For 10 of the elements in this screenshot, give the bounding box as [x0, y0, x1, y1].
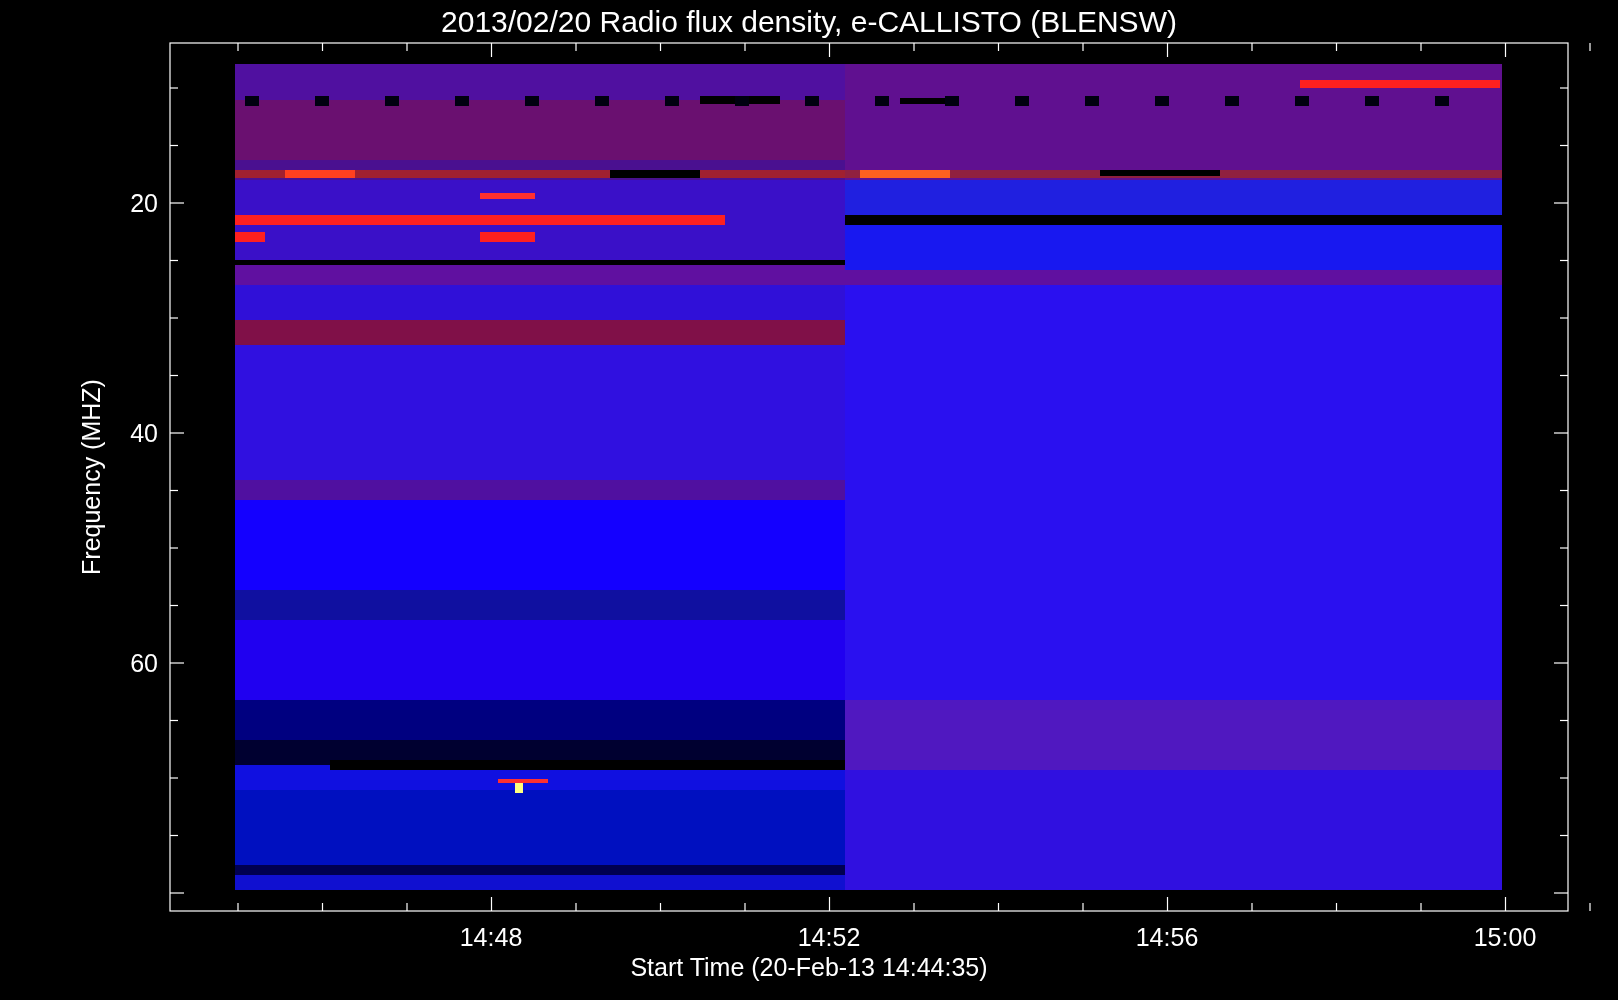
tick-label: 14:48 — [459, 923, 523, 951]
tick-label: 40 — [130, 419, 158, 447]
tick-label: 20 — [130, 189, 158, 217]
tick-label: 14:56 — [1135, 923, 1199, 951]
axis-label: Frequency (MHZ) — [77, 379, 105, 575]
tick-label: 60 — [130, 649, 158, 677]
tick-label: 14:52 — [797, 923, 861, 951]
axis-label: Start Time (20-Feb-13 14:44:35) — [630, 953, 988, 981]
chart-title: 2013/02/20 Radio flux density, e-CALLISTO (BLENSW) — [441, 5, 1177, 38]
tick-label: 15:00 — [1473, 923, 1537, 951]
